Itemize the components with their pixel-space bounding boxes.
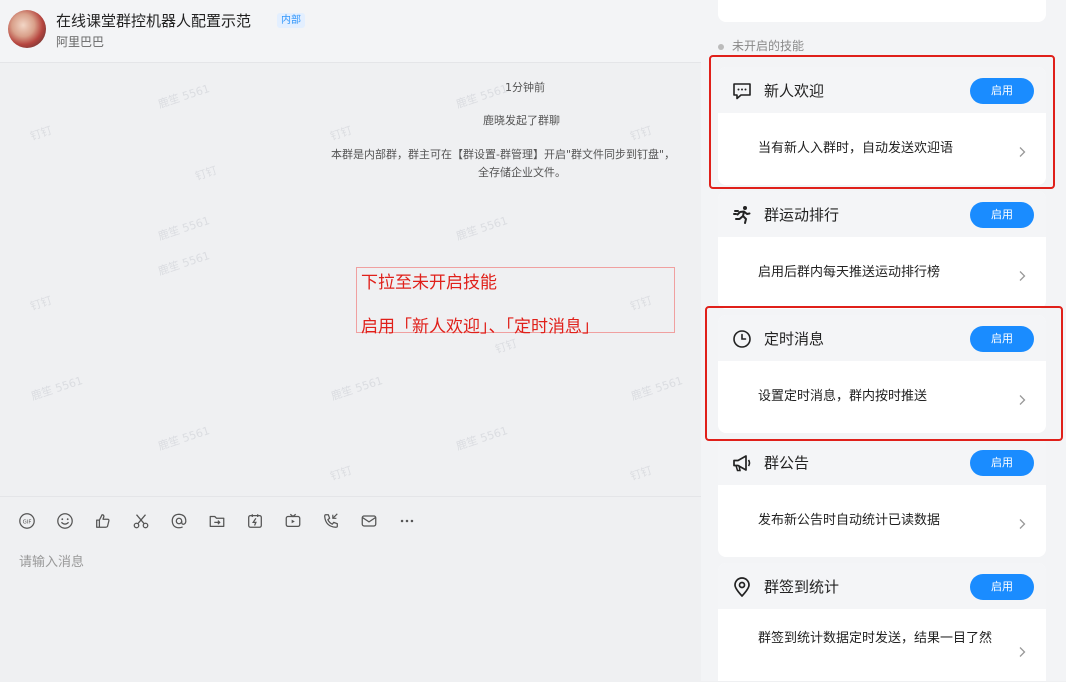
skill-name: 群公告 [764, 454, 810, 472]
watermark: 鹿笙 5561 [629, 374, 685, 403]
chat-header: 在线课堂群控机器人配置示范 内部 阿里巴巴 [0, 0, 701, 63]
gif-icon[interactable]: GIF [17, 511, 37, 531]
scissors-icon[interactable] [131, 511, 151, 531]
message-composer: GIF 请输入消息 [0, 496, 701, 682]
skill-card-header: 群运动排行 启用 [718, 191, 1046, 237]
internal-badge: 内部 [277, 13, 305, 28]
svg-text:GIF: GIF [23, 519, 32, 525]
watermark: 鹿笙 5561 [329, 374, 385, 403]
message-time: 1分钟前 [505, 81, 545, 94]
group-avatar[interactable] [8, 10, 46, 48]
watermark: 钉钉 [193, 163, 219, 184]
share-icon[interactable] [207, 511, 227, 531]
chevron-right-icon[interactable] [1016, 515, 1028, 529]
watermark: 鹿笙 5561 [454, 82, 510, 111]
skill-description: 发布新公告时自动统计已读数据 [758, 513, 941, 528]
enabled-skill-card [718, 0, 1046, 22]
watermark: 钉钉 [493, 336, 519, 357]
flash-icon[interactable] [245, 511, 265, 531]
watermark: 鹿笙 5561 [454, 214, 510, 243]
enable-button[interactable]: 启用 [970, 202, 1034, 228]
watermark: 鹿笙 5561 [454, 424, 510, 453]
skill-card-check-in[interactable]: 群签到统计 启用 群签到统计数据定时发送，结果一目了然 [718, 563, 1046, 681]
skill-card-header: 群公告 启用 [718, 439, 1046, 485]
annotation-line: 启用「新人欢迎」、「定时消息」 [361, 317, 599, 337]
chevron-right-icon[interactable] [1016, 643, 1028, 657]
mail-icon[interactable] [359, 511, 379, 531]
system-notice-line: 全存储企业文件。 [478, 166, 566, 179]
location-pin-icon [731, 576, 753, 598]
watermark: 鹿笙 5561 [156, 424, 212, 453]
system-message: 鹿晓发起了群聊 [483, 114, 560, 127]
message-input[interactable]: 请输入消息 [19, 551, 84, 570]
watermark: 钉钉 [628, 123, 654, 144]
chevron-right-icon[interactable] [1016, 267, 1028, 281]
megaphone-icon [731, 452, 753, 474]
skill-name: 群签到统计 [764, 578, 840, 596]
system-notice-line: 本群是内部群，群主可在【群设置-群管理】开启"群文件同步到钉盘"， [331, 148, 676, 161]
watermark: 鹿笙 5561 [156, 214, 212, 243]
skill-name: 群运动排行 [764, 206, 840, 224]
enable-button[interactable]: 启用 [970, 574, 1034, 600]
watermark: 鹿笙 5561 [156, 82, 212, 111]
watermark: 钉钉 [628, 463, 654, 484]
group-title[interactable]: 在线课堂群控机器人配置示范 [56, 10, 251, 31]
skill-card-announcement[interactable]: 群公告 启用 发布新公告时自动统计已读数据 [718, 439, 1046, 557]
chat-area: 在线课堂群控机器人配置示范 内部 阿里巴巴 鹿笙 5561 鹿笙 5561 钉钉… [0, 0, 701, 682]
phone-icon[interactable] [321, 511, 341, 531]
emoji-icon[interactable] [55, 511, 75, 531]
watermark: 鹿笙 5561 [156, 249, 212, 278]
enable-button[interactable]: 启用 [970, 450, 1034, 476]
annotation-line: 下拉至未开启技能 [361, 273, 497, 293]
thumbs-up-icon[interactable] [93, 511, 113, 531]
watermark: 钉钉 [328, 463, 354, 484]
org-name: 阿里巴巴 [56, 35, 105, 49]
instruction-annotation: 下拉至未开启技能 启用「新人欢迎」、「定时消息」 [356, 267, 675, 337]
skill-card-sports-rank[interactable]: 群运动排行 启用 启用后群内每天推送运动排行榜 [718, 191, 1046, 309]
highlight-box [705, 306, 1063, 441]
watermark: 钉钉 [328, 123, 354, 144]
more-icon[interactable] [397, 511, 417, 531]
skill-description: 群签到统计数据定时发送，结果一目了然 [758, 631, 993, 646]
watermark: 钉钉 [28, 123, 54, 144]
highlight-box [709, 55, 1055, 189]
section-title: 未开启的技能 [718, 37, 804, 54]
watermark: 钉钉 [28, 293, 54, 314]
at-icon[interactable] [169, 511, 189, 531]
skill-card-header: 群签到统计 启用 [718, 563, 1046, 609]
runner-icon [731, 204, 753, 226]
skill-description: 启用后群内每天推送运动排行榜 [758, 265, 941, 280]
tv-icon[interactable] [283, 511, 303, 531]
watermark: 鹿笙 5561 [29, 374, 85, 403]
